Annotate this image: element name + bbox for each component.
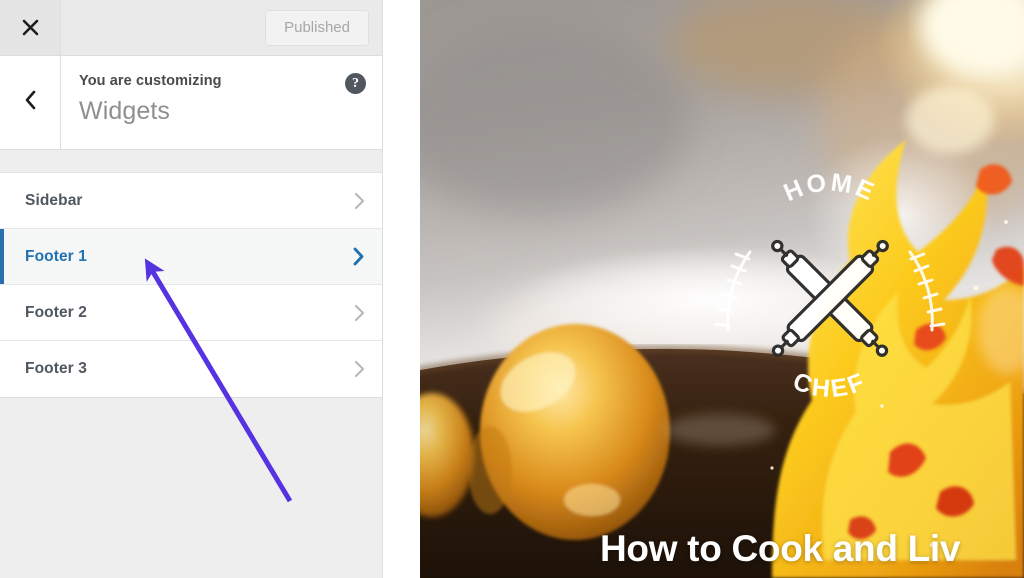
close-customizer-button[interactable] (0, 0, 61, 55)
screenshot-root: Published You are customizing Widgets ? (0, 0, 1024, 578)
panel-spacer (0, 150, 382, 173)
sidebar-item-footer-3[interactable]: Footer 3 (0, 341, 382, 397)
help-question-icon[interactable]: ? (345, 73, 366, 94)
list-item-label: Footer 1 (25, 247, 87, 265)
customizer-panel: Published You are customizing Widgets ? (0, 0, 383, 578)
chevron-right-icon (353, 303, 366, 323)
sidebar-item-footer-2[interactable]: Footer 2 (0, 285, 382, 341)
chevron-right-icon (351, 246, 366, 267)
sidebar-item-sidebar[interactable]: Sidebar (0, 173, 382, 229)
back-button[interactable] (0, 56, 61, 149)
publish-area: Published (265, 0, 382, 55)
customizing-eyebrow: You are customizing (79, 73, 222, 89)
customizer-header-body: You are customizing Widgets ? (61, 56, 382, 149)
list-item-label: Sidebar (25, 191, 83, 209)
hero-headline: How to Cook and Liv (600, 528, 961, 569)
panel-empty-area (0, 398, 382, 578)
published-button[interactable]: Published (265, 9, 369, 46)
chevron-left-icon (22, 89, 39, 116)
site-preview-pane[interactable]: HOME CHEF How to Cook and Liv (420, 0, 1024, 578)
sidebar-item-footer-1[interactable]: Footer 1 (0, 229, 382, 285)
list-item-label: Footer 3 (25, 360, 87, 377)
customizer-header: You are customizing Widgets ? (0, 56, 382, 150)
chevron-right-icon (353, 359, 366, 379)
hero-video-frame: HOME CHEF (420, 0, 1024, 578)
chevron-right-icon (353, 191, 366, 211)
list-item-label: Footer 2 (25, 303, 87, 321)
close-x-icon (21, 18, 40, 37)
customizer-topbar: Published (0, 0, 382, 56)
widget-area-list: Sidebar Footer 1 Footer 2 Footer 3 (0, 173, 382, 398)
panel-title: Widgets (79, 97, 171, 126)
